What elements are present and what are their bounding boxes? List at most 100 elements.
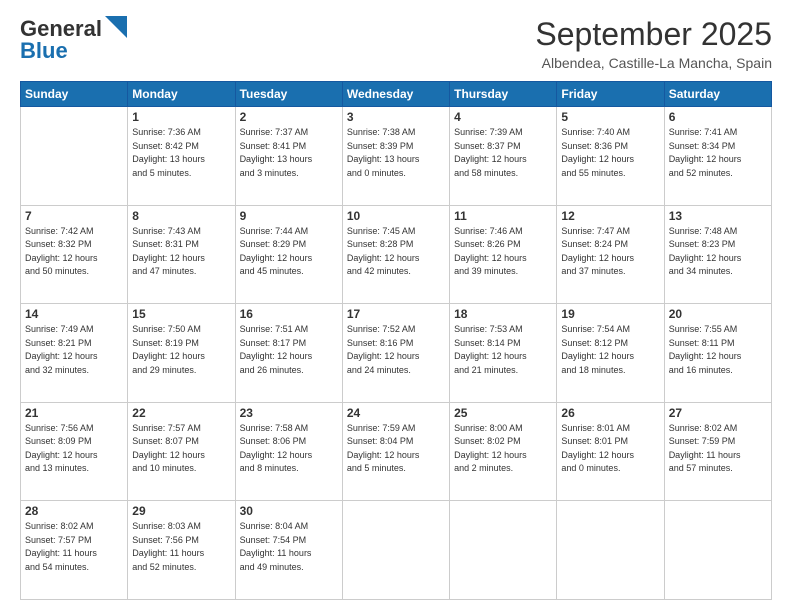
day-info: Sunrise: 8:02 AM Sunset: 7:57 PM Dayligh… (25, 520, 123, 574)
day-number: 14 (25, 307, 123, 321)
day-number: 13 (669, 209, 767, 223)
calendar-cell: 8 Sunrise: 7:43 AM Sunset: 8:31 PM Daylig… (128, 205, 235, 304)
calendar-cell: 17 Sunrise: 7:52 AM Sunset: 8:16 PM Dayli… (342, 304, 449, 403)
day-number: 2 (240, 110, 338, 124)
day-number: 4 (454, 110, 552, 124)
day-number: 12 (561, 209, 659, 223)
calendar-cell: 19Sunrise: 7:54 AM Sunset: 8:12 PM Dayli… (557, 304, 664, 403)
day-info: Sunrise: 7:39 AM Sunset: 8:37 PM Dayligh… (454, 126, 552, 180)
calendar-cell: 4 Sunrise: 7:39 AM Sunset: 8:37 PM Daylig… (450, 107, 557, 206)
calendar-header-sunday: Sunday (21, 82, 128, 107)
calendar-cell: 18 Sunrise: 7:53 AM Sunset: 8:14 PM Dayli… (450, 304, 557, 403)
calendar-cell: 3 Sunrise: 7:38 AM Sunset: 8:39 PM Daylig… (342, 107, 449, 206)
day-info: Sunrise: 7:43 AM Sunset: 8:31 PM Dayligh… (132, 225, 230, 279)
calendar-cell: 22Sunrise: 7:57 AM Sunset: 8:07 PM Dayli… (128, 402, 235, 501)
calendar-row-3: 21 Sunrise: 7:56 AM Sunset: 8:09 PM Dayli… (21, 402, 772, 501)
day-info: Sunrise: 7:58 AM Sunset: 8:06 PM Dayligh… (240, 422, 338, 476)
day-number: 22 (132, 406, 230, 420)
day-info: Sunrise: 7:55 AM Sunset: 8:11 PM Dayligh… (669, 323, 767, 377)
calendar-cell: 10 Sunrise: 7:45 AM Sunset: 8:28 PM Dayli… (342, 205, 449, 304)
day-number: 10 (347, 209, 445, 223)
day-info: Sunrise: 8:04 AM Sunset: 7:54 PM Dayligh… (240, 520, 338, 574)
day-number: 16 (240, 307, 338, 321)
calendar-cell (557, 501, 664, 600)
calendar-cell (664, 501, 771, 600)
page: General Blue September 2025 Albendea, Ca… (0, 0, 792, 612)
day-number: 1 (132, 110, 230, 124)
day-number: 20 (669, 307, 767, 321)
day-number: 21 (25, 406, 123, 420)
day-number: 3 (347, 110, 445, 124)
day-info: Sunrise: 7:36 AM Sunset: 8:42 PM Dayligh… (132, 126, 230, 180)
calendar-cell: 11 Sunrise: 7:46 AM Sunset: 8:26 PM Dayli… (450, 205, 557, 304)
day-number: 27 (669, 406, 767, 420)
day-number: 18 (454, 307, 552, 321)
day-info: Sunrise: 7:53 AM Sunset: 8:14 PM Dayligh… (454, 323, 552, 377)
calendar-row-0: 1 Sunrise: 7:36 AM Sunset: 8:42 PM Daylig… (21, 107, 772, 206)
day-number: 26 (561, 406, 659, 420)
calendar-cell: 9 Sunrise: 7:44 AM Sunset: 8:29 PM Daylig… (235, 205, 342, 304)
day-number: 23 (240, 406, 338, 420)
calendar-cell: 5 Sunrise: 7:40 AM Sunset: 8:36 PM Daylig… (557, 107, 664, 206)
day-info: Sunrise: 7:59 AM Sunset: 8:04 PM Dayligh… (347, 422, 445, 476)
day-info: Sunrise: 7:52 AM Sunset: 8:16 PM Dayligh… (347, 323, 445, 377)
day-info: Sunrise: 7:45 AM Sunset: 8:28 PM Dayligh… (347, 225, 445, 279)
logo: General Blue (20, 16, 127, 64)
day-info: Sunrise: 7:42 AM Sunset: 8:32 PM Dayligh… (25, 225, 123, 279)
day-number: 30 (240, 504, 338, 518)
day-number: 11 (454, 209, 552, 223)
day-info: Sunrise: 8:03 AM Sunset: 7:56 PM Dayligh… (132, 520, 230, 574)
calendar-cell: 20 Sunrise: 7:55 AM Sunset: 8:11 PM Dayli… (664, 304, 771, 403)
day-number: 15 (132, 307, 230, 321)
day-info: Sunrise: 8:01 AM Sunset: 8:01 PM Dayligh… (561, 422, 659, 476)
calendar-header-tuesday: Tuesday (235, 82, 342, 107)
calendar-cell: 21 Sunrise: 7:56 AM Sunset: 8:09 PM Dayli… (21, 402, 128, 501)
calendar-cell: 15 Sunrise: 7:50 AM Sunset: 8:19 PM Dayli… (128, 304, 235, 403)
calendar-cell: 16Sunrise: 7:51 AM Sunset: 8:17 PM Dayli… (235, 304, 342, 403)
day-info: Sunrise: 7:56 AM Sunset: 8:09 PM Dayligh… (25, 422, 123, 476)
calendar-table: SundayMondayTuesdayWednesdayThursdayFrid… (20, 81, 772, 600)
calendar-cell: 14 Sunrise: 7:49 AM Sunset: 8:21 PM Dayli… (21, 304, 128, 403)
calendar-row-2: 14 Sunrise: 7:49 AM Sunset: 8:21 PM Dayli… (21, 304, 772, 403)
day-number: 8 (132, 209, 230, 223)
calendar-cell: 26 Sunrise: 8:01 AM Sunset: 8:01 PM Dayli… (557, 402, 664, 501)
location: Albendea, Castille-La Mancha, Spain (535, 55, 772, 71)
calendar-cell: 1 Sunrise: 7:36 AM Sunset: 8:42 PM Daylig… (128, 107, 235, 206)
day-info: Sunrise: 7:41 AM Sunset: 8:34 PM Dayligh… (669, 126, 767, 180)
calendar-cell (21, 107, 128, 206)
calendar-cell (450, 501, 557, 600)
calendar-cell: 24Sunrise: 7:59 AM Sunset: 8:04 PM Dayli… (342, 402, 449, 501)
day-number: 9 (240, 209, 338, 223)
day-info: Sunrise: 7:47 AM Sunset: 8:24 PM Dayligh… (561, 225, 659, 279)
logo-arrow-icon (105, 16, 127, 38)
day-info: Sunrise: 8:00 AM Sunset: 8:02 PM Dayligh… (454, 422, 552, 476)
day-info: Sunrise: 7:50 AM Sunset: 8:19 PM Dayligh… (132, 323, 230, 377)
calendar-cell: 27 Sunrise: 8:02 AM Sunset: 7:59 PM Dayli… (664, 402, 771, 501)
header: General Blue September 2025 Albendea, Ca… (20, 16, 772, 71)
calendar-cell: 25 Sunrise: 8:00 AM Sunset: 8:02 PM Dayli… (450, 402, 557, 501)
calendar-cell: 29 Sunrise: 8:03 AM Sunset: 7:56 PM Dayli… (128, 501, 235, 600)
calendar-cell: 28Sunrise: 8:02 AM Sunset: 7:57 PM Dayli… (21, 501, 128, 600)
day-info: Sunrise: 7:40 AM Sunset: 8:36 PM Dayligh… (561, 126, 659, 180)
day-number: 6 (669, 110, 767, 124)
title-block: September 2025 Albendea, Castille-La Man… (535, 16, 772, 71)
calendar-row-4: 28Sunrise: 8:02 AM Sunset: 7:57 PM Dayli… (21, 501, 772, 600)
calendar-cell: 6 Sunrise: 7:41 AM Sunset: 8:34 PM Daylig… (664, 107, 771, 206)
day-number: 7 (25, 209, 123, 223)
calendar-header-saturday: Saturday (664, 82, 771, 107)
day-info: Sunrise: 7:38 AM Sunset: 8:39 PM Dayligh… (347, 126, 445, 180)
day-number: 17 (347, 307, 445, 321)
day-info: Sunrise: 7:44 AM Sunset: 8:29 PM Dayligh… (240, 225, 338, 279)
day-number: 25 (454, 406, 552, 420)
day-info: Sunrise: 7:46 AM Sunset: 8:26 PM Dayligh… (454, 225, 552, 279)
calendar-cell (342, 501, 449, 600)
day-number: 29 (132, 504, 230, 518)
day-number: 5 (561, 110, 659, 124)
day-number: 19 (561, 307, 659, 321)
calendar-header-thursday: Thursday (450, 82, 557, 107)
day-info: Sunrise: 8:02 AM Sunset: 7:59 PM Dayligh… (669, 422, 767, 476)
calendar-cell: 7 Sunrise: 7:42 AM Sunset: 8:32 PM Daylig… (21, 205, 128, 304)
calendar-header-wednesday: Wednesday (342, 82, 449, 107)
day-info: Sunrise: 7:49 AM Sunset: 8:21 PM Dayligh… (25, 323, 123, 377)
calendar-header-monday: Monday (128, 82, 235, 107)
